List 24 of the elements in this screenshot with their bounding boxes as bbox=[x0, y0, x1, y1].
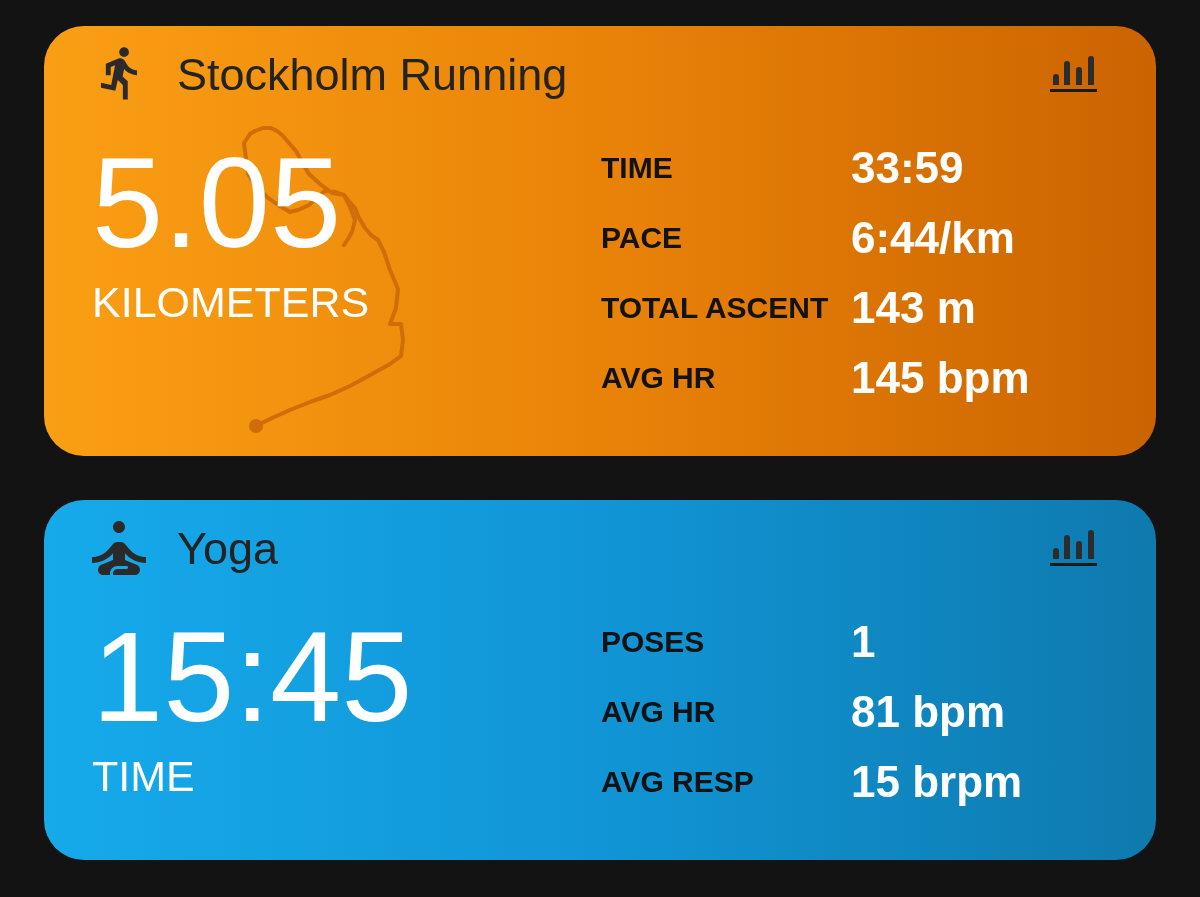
stat-value: 143 m bbox=[851, 286, 976, 330]
meditation-icon bbox=[92, 519, 146, 577]
headline-label: TIME bbox=[92, 755, 195, 798]
stat-value: 1 bbox=[851, 620, 876, 664]
headline-value: 5.05 bbox=[92, 139, 342, 267]
stat-label: TIME bbox=[601, 153, 673, 183]
stat-label: POSES bbox=[601, 627, 705, 657]
stat-value: 33:59 bbox=[851, 146, 964, 190]
activity-title: Stockholm Running bbox=[177, 51, 568, 97]
stat-value: 6:44/km bbox=[851, 216, 1015, 260]
stat-value: 81 bpm bbox=[851, 690, 1006, 734]
stat-label: AVG RESP bbox=[601, 767, 754, 797]
stat-label: PACE bbox=[601, 223, 683, 253]
stat-label: TOTAL ASCENT bbox=[601, 293, 829, 323]
stat-label: AVG HR bbox=[601, 363, 716, 393]
runner-icon bbox=[101, 47, 137, 101]
headline-label: KILOMETERS bbox=[92, 281, 370, 324]
stat-label: AVG HR bbox=[601, 697, 716, 727]
stat-value: 15 brpm bbox=[851, 760, 1023, 804]
headline-value: 15:45 bbox=[92, 613, 413, 741]
activity-title: Yoga bbox=[177, 525, 278, 571]
bar-chart-icon[interactable] bbox=[1050, 55, 1097, 93]
bar-chart-icon[interactable] bbox=[1050, 529, 1097, 567]
stat-value: 145 bpm bbox=[851, 356, 1030, 400]
